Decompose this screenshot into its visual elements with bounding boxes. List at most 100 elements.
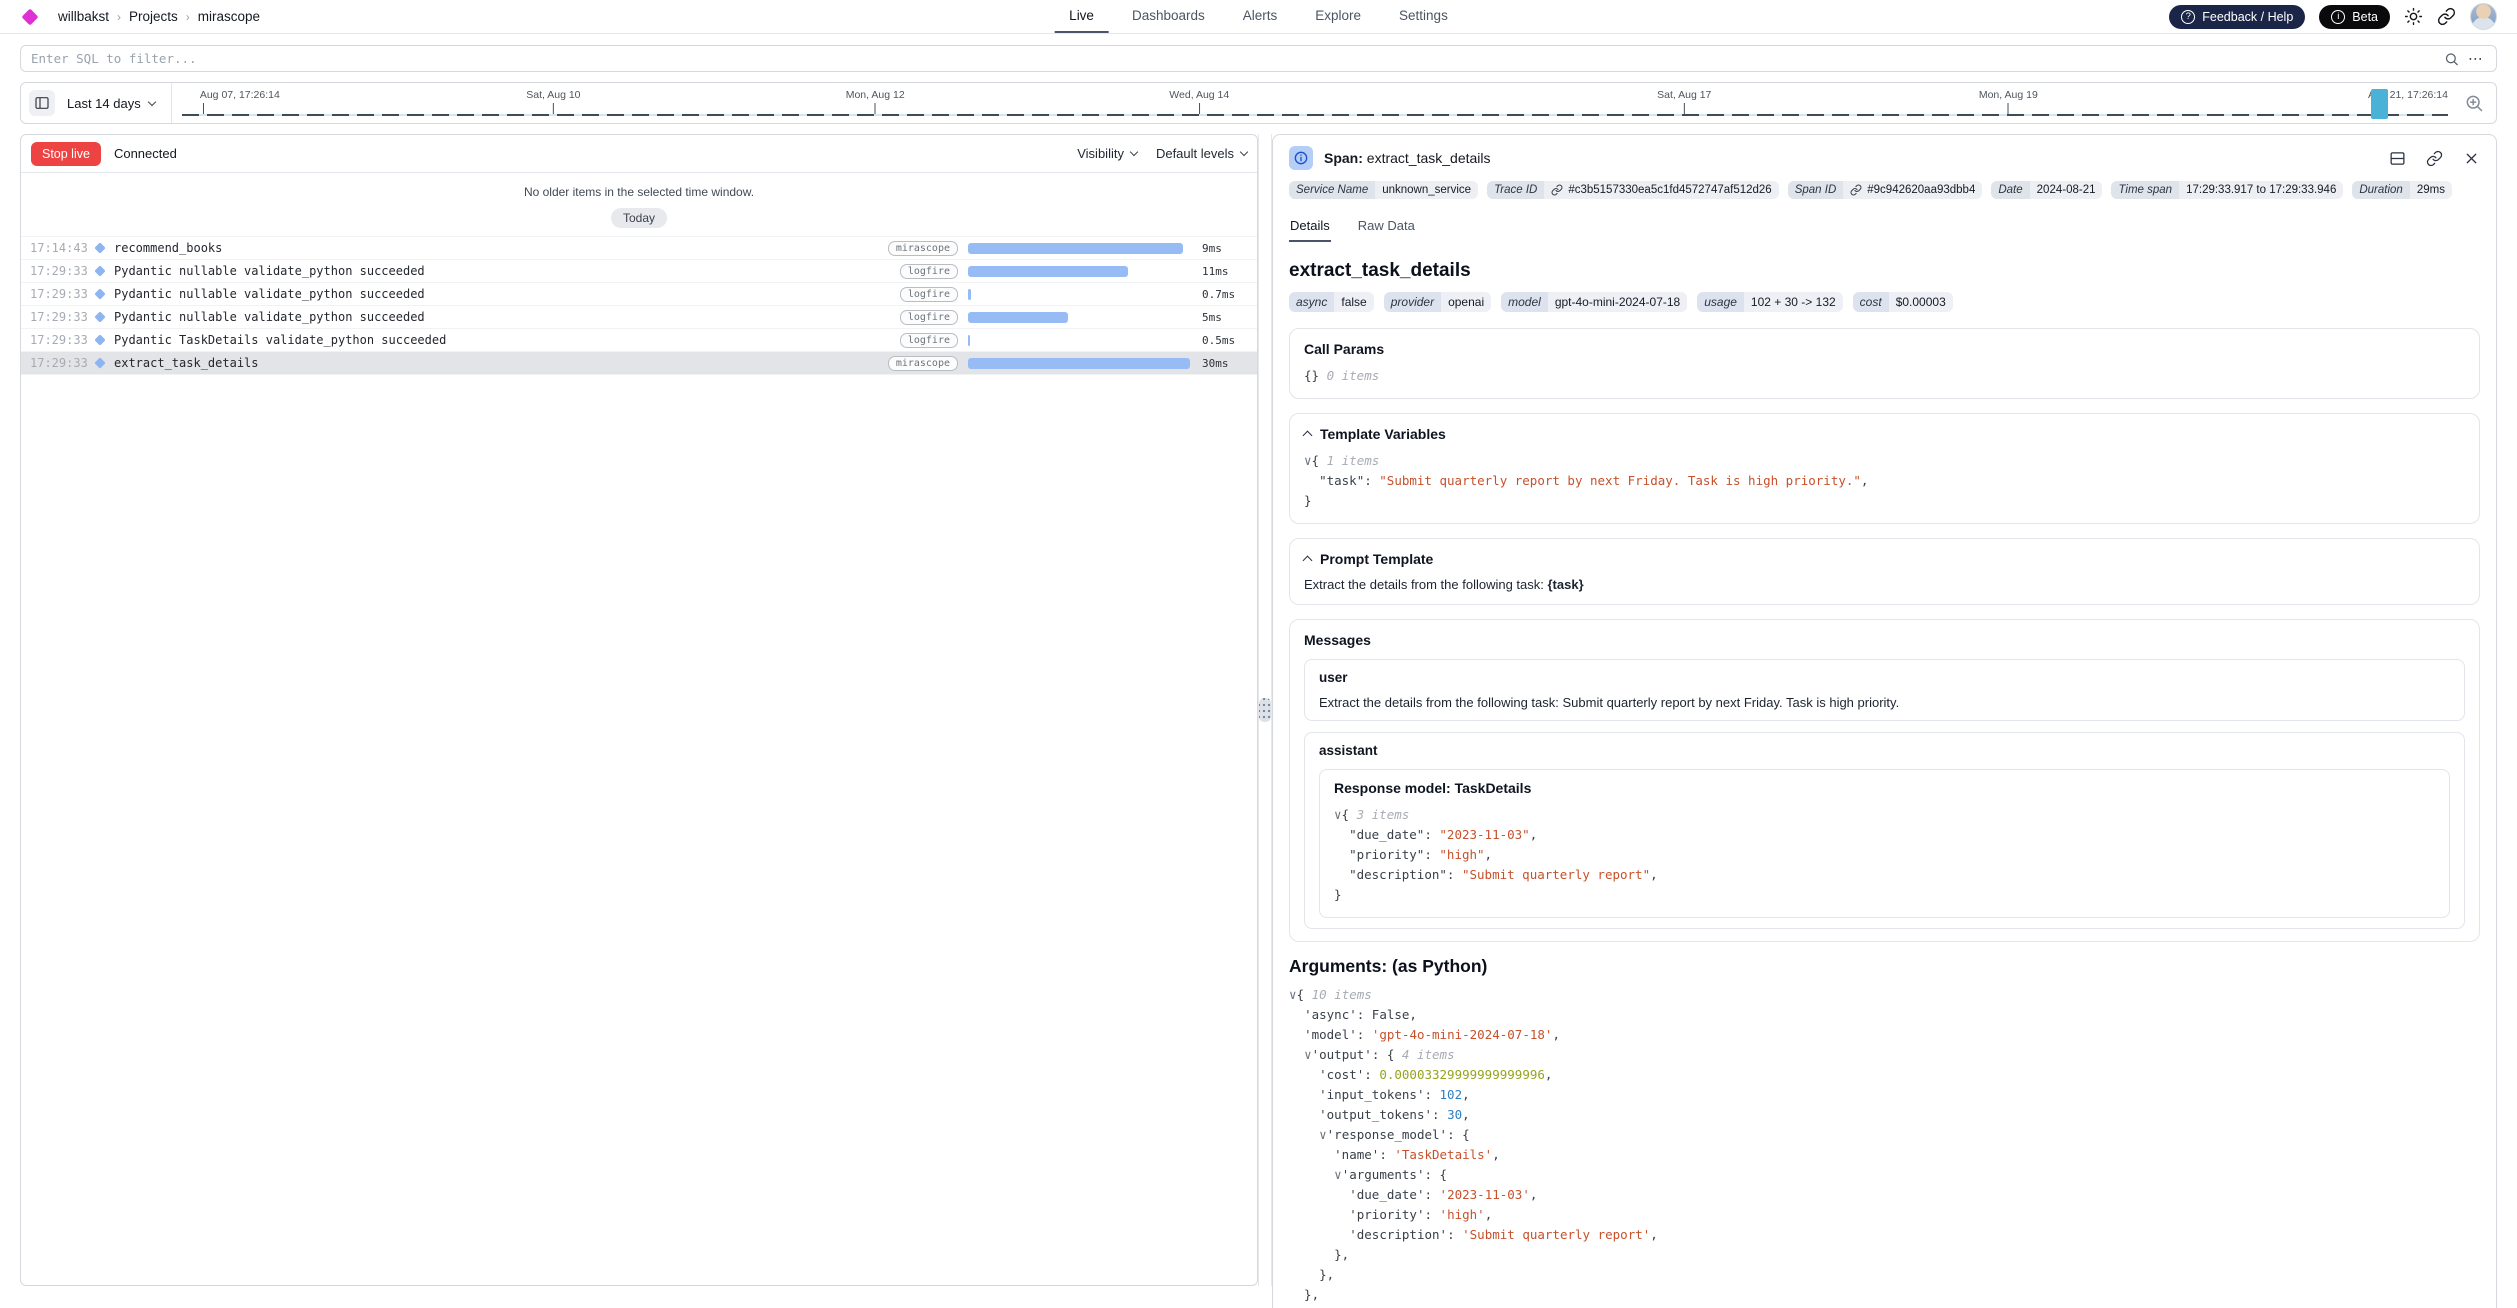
- duration-bar-track: [968, 243, 1190, 254]
- duration-label: 0.5ms: [1202, 334, 1248, 347]
- logfire-logo-icon[interactable]: [22, 8, 39, 25]
- span-label: extract_task_details: [114, 356, 888, 370]
- span-row[interactable]: 17:14:43 recommend_books mirascope 9ms: [21, 237, 1257, 260]
- share-link-icon[interactable]: [2437, 7, 2456, 26]
- template-variables-toggle[interactable]: Template Variables: [1304, 426, 2465, 442]
- meta-pill-label: Span ID: [1788, 181, 1844, 199]
- default-levels-label: Default levels: [1156, 146, 1234, 161]
- link-icon[interactable]: [1551, 184, 1563, 196]
- nav-tab[interactable]: Dashboards: [1117, 0, 1220, 33]
- meta-pill: Time span 17:29:33.917 to 17:29:33.946: [2111, 181, 2343, 199]
- duration-bar-track: [968, 358, 1190, 369]
- link-icon[interactable]: [1850, 184, 1862, 196]
- panel-resize-handle[interactable]: [1259, 698, 1271, 722]
- scope-tag: logfire: [900, 264, 958, 279]
- time-range-dropdown[interactable]: Last 14 days: [67, 96, 155, 111]
- prompt-template-card: Prompt Template Extract the details from…: [1289, 538, 2480, 605]
- call-params-card: Call Params {} 0 items: [1289, 328, 2480, 399]
- detail-tab[interactable]: Details: [1289, 211, 1331, 242]
- attr-pill-value: gpt-4o-mini-2024-07-18: [1548, 292, 1687, 312]
- divider: [171, 83, 172, 123]
- span-row[interactable]: 17:29:33 Pydantic TaskDetails validate_p…: [21, 329, 1257, 352]
- breadcrumb-item[interactable]: mirascope: [198, 9, 260, 24]
- span-diamond-icon: [94, 242, 105, 253]
- span-row[interactable]: 17:29:33 Pydantic nullable validate_pyth…: [21, 306, 1257, 329]
- assistant-role-label: assistant: [1319, 743, 2450, 758]
- search-icon[interactable]: [2444, 51, 2459, 66]
- breadcrumb-item[interactable]: willbakst: [58, 9, 109, 24]
- detail-tab[interactable]: Raw Data: [1357, 211, 1416, 242]
- call-params-title: Call Params: [1304, 341, 2465, 357]
- span-heading: extract_task_details: [1289, 260, 2480, 282]
- copy-link-icon[interactable]: [2426, 150, 2443, 167]
- timeline-tick: Mon, Aug 12: [846, 89, 905, 115]
- attr-pill-text: openai: [1448, 295, 1484, 309]
- date-separator: Today: [21, 208, 1257, 228]
- close-icon[interactable]: [2463, 150, 2480, 167]
- beta-button[interactable]: i Beta: [2319, 5, 2390, 29]
- span-rows: 17:14:43 recommend_books mirascope 9ms 1…: [21, 236, 1257, 375]
- meta-pill-label: Duration: [2352, 181, 2409, 199]
- span-label: Pydantic TaskDetails validate_python suc…: [114, 333, 900, 347]
- span-timestamp: 17:29:33: [30, 333, 94, 347]
- timeline-tick: Wed, Aug 14: [1169, 89, 1229, 115]
- sql-filter-input[interactable]: [20, 45, 2497, 72]
- span-row[interactable]: 17:29:33 extract_task_details mirascope …: [21, 352, 1257, 375]
- attr-pill: provider openai: [1384, 292, 1491, 312]
- duration-bar-track: [968, 312, 1190, 323]
- today-badge: Today: [611, 208, 667, 228]
- duration-bar: [968, 289, 971, 300]
- span-row[interactable]: 17:29:33 Pydantic nullable validate_pyth…: [21, 283, 1257, 306]
- meta-pill-value: unknown_service: [1375, 181, 1478, 199]
- meta-pill-value: #9c942620aa93dbb4: [1843, 181, 1982, 199]
- nav-tab[interactable]: Live: [1054, 0, 1109, 33]
- meta-pill: Service Name unknown_service: [1289, 181, 1478, 199]
- template-variables-card: Template Variables ∨{ 1 items "task": "S…: [1289, 413, 2480, 524]
- timeline-tick-label: Wed, Aug 14: [1169, 89, 1229, 101]
- meta-pill-value: 17:29:33.917 to 17:29:33.946: [2179, 181, 2343, 199]
- nav-tab[interactable]: Settings: [1384, 0, 1463, 33]
- nav-tab[interactable]: Alerts: [1228, 0, 1293, 33]
- attr-pill-value: $0.00003: [1889, 292, 1953, 312]
- duration-bar: [968, 266, 1128, 277]
- meta-pill-text: #c3b5157330ea5c1fd4572747af512d26: [1568, 184, 1771, 196]
- duration-bar: [968, 358, 1190, 369]
- span-label: recommend_books: [114, 241, 888, 255]
- meta-pill: Date 2024-08-21: [1991, 181, 2102, 199]
- zoom-in-icon[interactable]: [2464, 93, 2484, 113]
- timeline-selection[interactable]: [2371, 89, 2388, 119]
- span-meta-row: Service Name unknown_service Trace ID: [1273, 179, 2496, 211]
- meta-pill-text: 29ms: [2417, 184, 2445, 196]
- nav-tab[interactable]: Explore: [1300, 0, 1376, 33]
- attr-pill-label: cost: [1853, 292, 1889, 312]
- user-message-text: Extract the details from the following t…: [1319, 695, 2450, 710]
- duration-label: 11ms: [1202, 265, 1248, 278]
- response-model-json: ∨{ 3 items "due_date": "2023-11-03", "pr…: [1334, 805, 2435, 905]
- theme-toggle-icon[interactable]: [2404, 7, 2423, 26]
- user-message-card: user Extract the details from the follow…: [1304, 659, 2465, 721]
- more-options-icon[interactable]: ⋯: [2468, 51, 2484, 66]
- dock-panel-icon[interactable]: [2389, 150, 2406, 167]
- visibility-label: Visibility: [1077, 146, 1124, 161]
- visibility-dropdown[interactable]: Visibility: [1077, 146, 1137, 161]
- sidebar-toggle-button[interactable]: [29, 90, 55, 116]
- attr-pill-value: openai: [1441, 292, 1491, 312]
- attr-pill-text: gpt-4o-mini-2024-07-18: [1555, 295, 1680, 309]
- chevron-down-icon: [1130, 148, 1138, 156]
- user-avatar[interactable]: [2470, 3, 2497, 30]
- stop-live-button[interactable]: Stop live: [31, 142, 101, 166]
- duration-bar: [968, 335, 970, 346]
- span-row[interactable]: 17:29:33 Pydantic nullable validate_pyth…: [21, 260, 1257, 283]
- span-info-icon: [1289, 146, 1313, 170]
- response-model-title: Response model: TaskDetails: [1334, 780, 2435, 796]
- breadcrumb-item[interactable]: Projects: [129, 9, 178, 24]
- chevron-down-icon: [147, 97, 155, 105]
- span-name: extract_task_details: [1367, 150, 1491, 166]
- timeline-track[interactable]: Aug 07, 17:26:14 Sat, Aug 10 Mon, Aug 12…: [182, 83, 2448, 123]
- messages-card: Messages user Extract the details from t…: [1289, 619, 2480, 942]
- feedback-help-button[interactable]: ? Feedback / Help: [2169, 5, 2305, 29]
- meta-pill: Trace ID #c3b5157330ea5c1fd4572747af512d…: [1487, 181, 1779, 199]
- default-levels-dropdown[interactable]: Default levels: [1156, 146, 1247, 161]
- messages-title: Messages: [1304, 632, 2465, 648]
- prompt-template-toggle[interactable]: Prompt Template: [1304, 551, 2465, 567]
